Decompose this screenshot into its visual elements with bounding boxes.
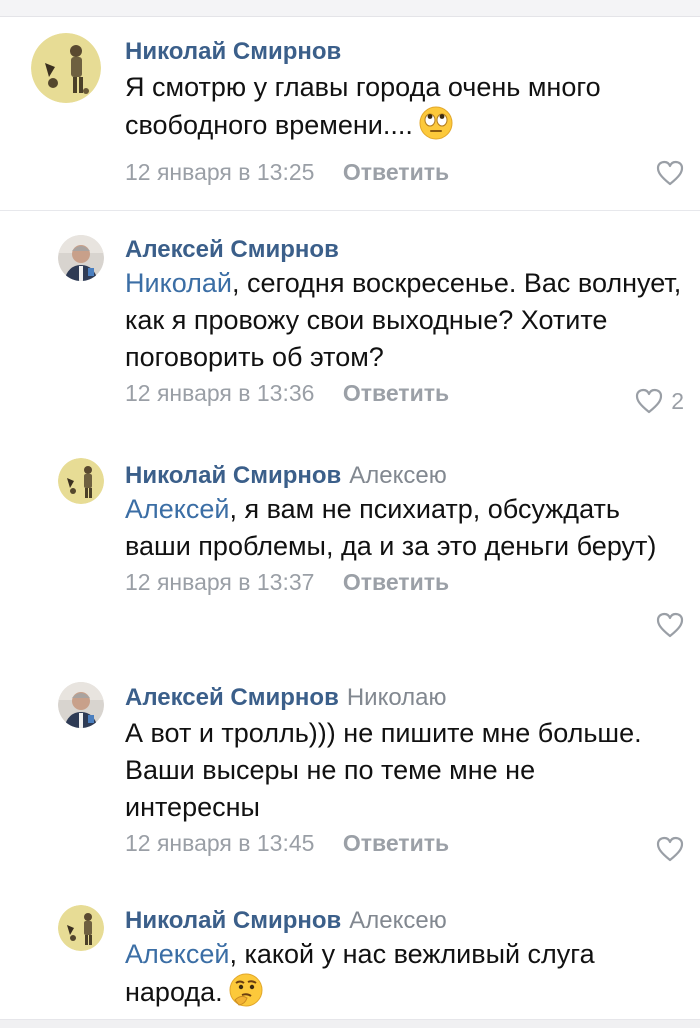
- reply-button[interactable]: Ответить: [343, 380, 449, 406]
- reply-button[interactable]: Ответить: [343, 569, 449, 595]
- mention-link[interactable]: Николай: [125, 268, 232, 298]
- reply-to-label[interactable]: Николаю: [347, 684, 447, 711]
- comment-text: Я смотрю у главы города очень много своб…: [125, 69, 682, 150]
- reply-button[interactable]: Ответить: [343, 159, 449, 185]
- comment-author[interactable]: Николай Смирнов: [125, 907, 341, 934]
- mention-link[interactable]: Алексей: [125, 494, 230, 524]
- like-button[interactable]: [656, 834, 684, 864]
- like-button[interactable]: [656, 610, 684, 640]
- comment: Алексей Смирнов Николай, сегодня воскрес…: [0, 210, 700, 441]
- comment: Алексей Смирнов Николаю А вот и тролль)))…: [0, 670, 700, 875]
- comment-meta: 12 января в 13:45 Ответить: [125, 828, 682, 858]
- comment-text: Николай, сегодня воскресенье. Вас волнуе…: [125, 265, 685, 376]
- avatar[interactable]: [58, 458, 104, 504]
- comment-author[interactable]: Алексей Смирнов: [125, 236, 339, 263]
- comment-text: Алексей, я вам не психиатр, обсуждать ва…: [125, 491, 670, 565]
- comment-body: А вот и тролль))) не пишите мне больше. …: [125, 718, 642, 822]
- heart-icon: [656, 160, 684, 186]
- avatar[interactable]: [58, 235, 104, 281]
- heart-icon: [656, 612, 684, 638]
- like-button[interactable]: 2: [635, 386, 684, 416]
- comment-body: Я смотрю у главы города очень много своб…: [125, 72, 601, 140]
- reply-to-label[interactable]: Алексею: [349, 907, 446, 934]
- comment-text: Алексей, какой у нас вежливый слуга наро…: [125, 936, 670, 1017]
- comment-date: 12 января в 13:25: [125, 159, 315, 185]
- like-count: 2: [671, 387, 684, 414]
- comment-author[interactable]: Николай Смирнов: [125, 38, 341, 65]
- comment: Николай Смирнов Алексею Алексей, я вам не…: [0, 446, 700, 651]
- comment-meta: 12 января в 13:25 Ответить: [125, 157, 682, 187]
- comment-date: 12 января в 13:37: [125, 569, 315, 595]
- comment: Николай Смирнов Алексею Алексей, какой у …: [0, 893, 700, 1019]
- like-button[interactable]: [656, 158, 684, 188]
- comment-author[interactable]: Алексей Смирнов: [125, 684, 339, 711]
- mention-link[interactable]: Алексей: [125, 939, 230, 969]
- comment-meta: 12 января в 13:37 Ответить: [125, 567, 682, 597]
- avatar[interactable]: [58, 905, 104, 951]
- thinking-face-emoji: [229, 973, 263, 1017]
- reply-to-label[interactable]: Алексею: [349, 462, 446, 489]
- comment-author[interactable]: Николай Смирнов: [125, 462, 341, 489]
- heart-icon: [656, 836, 684, 862]
- heart-icon: [636, 388, 663, 414]
- face-with-rolling-eyes-emoji: [419, 106, 453, 150]
- reply-button[interactable]: Ответить: [343, 830, 449, 856]
- avatar[interactable]: [31, 33, 101, 103]
- top-divider: [0, 0, 700, 17]
- comment-date: 12 января в 13:36: [125, 380, 315, 406]
- comment-meta: 12 января в 13:36 Ответить: [125, 378, 682, 408]
- comment-date: 12 января в 13:45: [125, 830, 315, 856]
- comment-text: А вот и тролль))) не пишите мне больше. …: [125, 715, 670, 826]
- avatar[interactable]: [58, 682, 104, 728]
